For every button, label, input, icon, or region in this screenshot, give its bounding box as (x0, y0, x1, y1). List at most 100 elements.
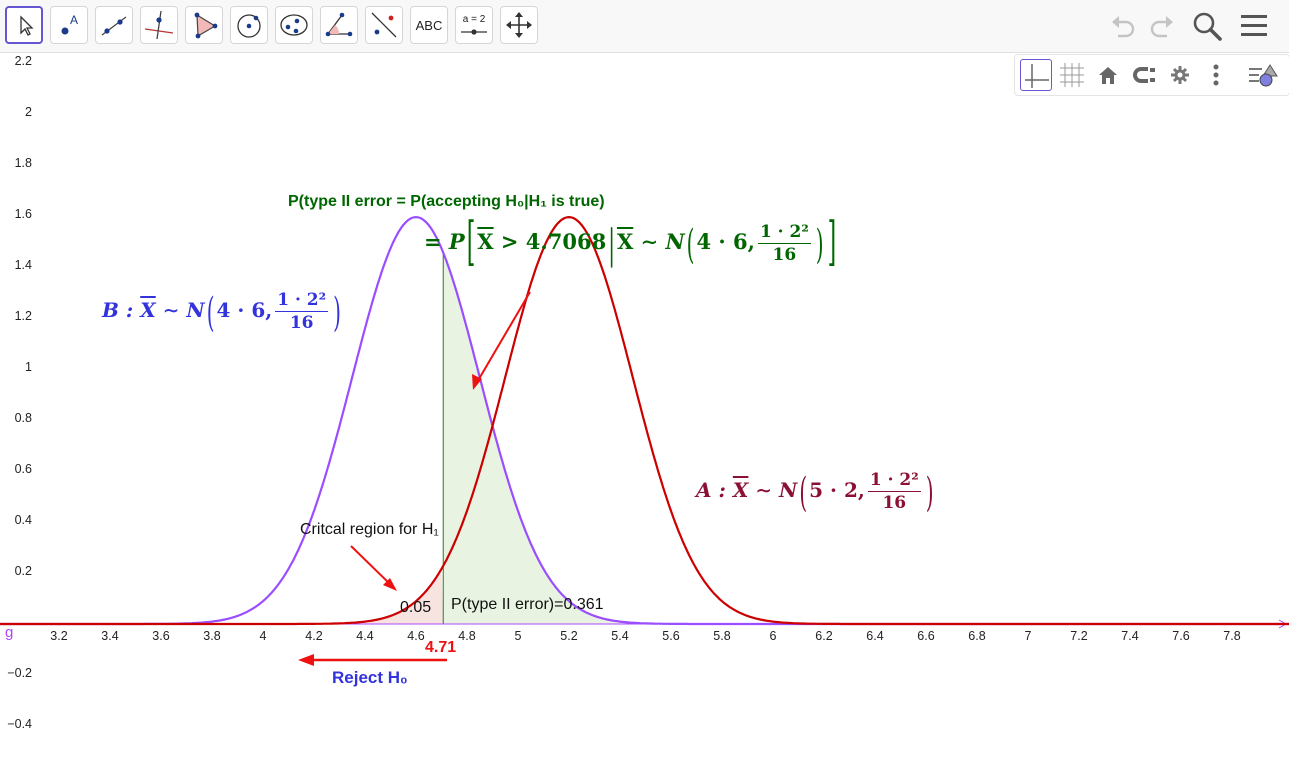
critical-region-label: Critcal region for H₁ (300, 521, 439, 538)
style-bar-toggle-icon (1249, 64, 1278, 87)
y-tick-label: 1.2 (14, 309, 32, 323)
x-tick-label: 7 (1024, 629, 1032, 643)
undo-icon[interactable] (1108, 10, 1140, 42)
dist-a-numerator: 1 · 2² (867, 470, 921, 492)
y-tick-label: 0.2 (14, 564, 32, 578)
x-tick-label: 4.4 (356, 629, 374, 643)
y-tick-label: 2 (25, 105, 32, 119)
dist-b-denominator: 16 (289, 313, 314, 333)
x-tick-label: 7.8 (1223, 629, 1241, 643)
x-tick-label: 6.2 (815, 629, 833, 643)
show-grid-toggle[interactable] (1056, 59, 1088, 91)
move-tool[interactable] (5, 6, 43, 44)
standard-view-button[interactable] (1092, 59, 1124, 91)
home-icon (1099, 67, 1117, 84)
x-tick-label: 3.4 (101, 629, 119, 643)
formula-xbar: X (477, 229, 494, 254)
formula-mean: 4 · 6, (696, 229, 755, 254)
dist-b-name: B : (102, 298, 134, 322)
circle-center-point-tool[interactable] (230, 6, 268, 44)
distribution-a-curve[interactable] (0, 215, 1289, 626)
distribution-a-label: A : X ∼ N(5 · 2, 1 · 2² 16) (696, 467, 934, 516)
perpendicular-icon (144, 10, 174, 40)
formula-dist: ∼ N (633, 229, 685, 254)
type2-error-value-label: P(type II error)=0.361 (451, 596, 604, 613)
search-icon[interactable] (1190, 10, 1224, 44)
angle-tool[interactable] (320, 6, 358, 44)
type2-pointer-arrow (475, 291, 531, 385)
y-tick-label: −0.2 (7, 666, 32, 680)
function-label: g (5, 624, 14, 641)
x-tick-label: 3.6 (152, 629, 170, 643)
dist-b-sim: ∼ N (155, 298, 205, 322)
reject-h0-label: Reject H₀ (332, 668, 408, 687)
dist-b-mean: 4 · 6, (216, 298, 273, 322)
distribution-b-label: B : X ∼ N(4 · 6, 1 · 2² 16) (102, 287, 341, 336)
x-tick-label: 5.6 (662, 629, 680, 643)
y-tick-label: 0.8 (14, 411, 32, 425)
ellipse-tool[interactable] (275, 6, 313, 44)
more-vertical-icon (1213, 64, 1219, 86)
graphics-view[interactable] (0, 53, 1289, 776)
more-options-button[interactable] (1200, 59, 1232, 91)
move-arrows-icon (506, 12, 532, 38)
critical-value-label: 4.71 (425, 639, 457, 656)
y-tick-label: −0.4 (7, 717, 32, 731)
point-tool-label: A (70, 13, 79, 27)
x-tick-label: 4.2 (305, 629, 323, 643)
menu-icon[interactable] (1238, 11, 1270, 41)
y-tick-label: 1.6 (14, 207, 32, 221)
formula-xbar-2: X (616, 229, 634, 254)
dist-a-denominator: 16 (882, 493, 907, 513)
toggle-style-bar-button[interactable] (1246, 59, 1278, 91)
dist-a-name: A : (696, 478, 726, 502)
x-tick-label: 5.4 (611, 629, 629, 643)
dist-a-sim: ∼ N (748, 478, 798, 502)
reflect-icon (371, 12, 397, 38)
perpendicular-line-tool[interactable] (140, 6, 178, 44)
show-axes-toggle[interactable] (1020, 59, 1052, 91)
type2-formula: = P[X > 4.7068 |X ∼ N (4 · 6, 1 · 2² 16)] (424, 213, 837, 274)
axes-icon (1025, 64, 1049, 88)
cursor-arrow-icon (20, 15, 34, 36)
x-tick-label: 5 (514, 629, 522, 643)
type2-error-area (443, 252, 824, 624)
graphics-settings-button[interactable] (1164, 59, 1196, 91)
x-tick-label: 7.6 (1172, 629, 1190, 643)
x-tick-label: 3.8 (203, 629, 221, 643)
line-tool[interactable] (95, 6, 133, 44)
y-tick-label: 1 (25, 360, 32, 374)
critical-region-area (8, 568, 444, 624)
y-tick-label: 1.4 (14, 258, 32, 272)
x-tick-label: 6.8 (968, 629, 986, 643)
line-icon (101, 16, 127, 36)
ellipse-icon (280, 14, 308, 36)
dist-a-mean: 5 · 2, (809, 478, 865, 502)
angle-icon (325, 12, 353, 37)
graphics-style-bar (1014, 54, 1289, 96)
move-graphics-view-tool[interactable] (500, 6, 538, 44)
y-tick-label: 0.6 (14, 462, 32, 476)
y-tick-label: 0.4 (14, 513, 32, 527)
point-tool[interactable]: A (50, 6, 88, 44)
text-tool[interactable]: ABC (410, 6, 448, 44)
reject-arrowhead (298, 654, 314, 666)
redo-icon[interactable] (1145, 10, 1177, 42)
x-tick-label: 6 (769, 629, 777, 643)
settings-icon (1171, 66, 1189, 84)
dist-a-xbar: X (732, 478, 749, 502)
x-tick-label: 3.2 (50, 629, 68, 643)
formula-condition: > 4.7068 (493, 229, 607, 254)
slider-tool[interactable]: a = 2 (455, 6, 493, 44)
formula-variance-denominator: 16 (772, 245, 797, 265)
polygon-tool[interactable] (185, 6, 223, 44)
x-tick-label: 6.4 (866, 629, 884, 643)
reflect-tool[interactable] (365, 6, 403, 44)
dist-b-xbar: X (140, 298, 156, 322)
y-tick-label: 1.8 (14, 156, 32, 170)
point-capturing-button[interactable] (1128, 59, 1160, 91)
grid-icon (1060, 63, 1084, 87)
toolbar: A ABC a = 2 (0, 0, 1289, 53)
critical-pointer-arrow (350, 545, 392, 586)
x-tick-label: 7.2 (1070, 629, 1088, 643)
